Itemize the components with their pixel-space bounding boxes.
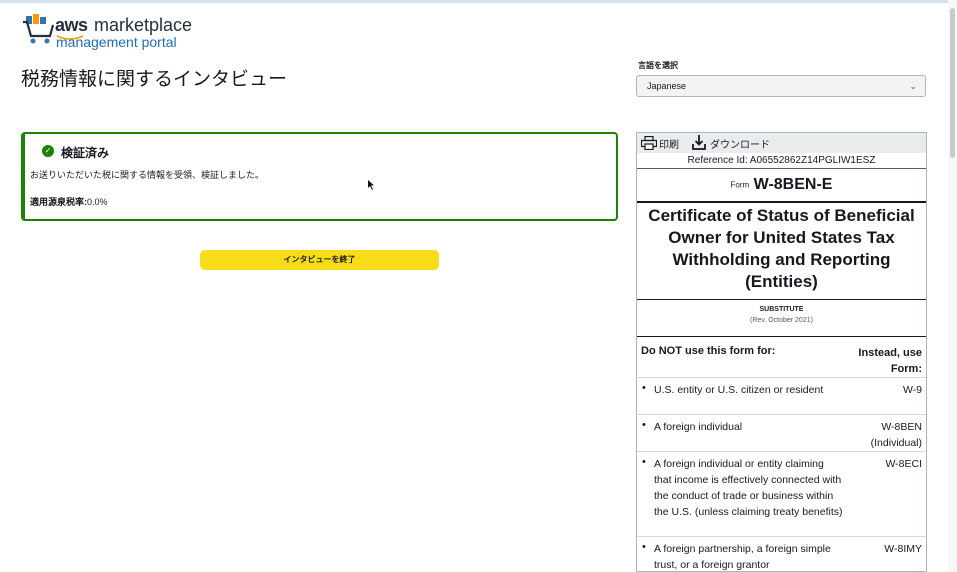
row-description: U.S. entity or U.S. citizen or resident (654, 384, 824, 396)
language-label: 言語を選択 (638, 61, 678, 70)
verification-alert: ✓ 検証済み お送りいただいた税に関する情報を受領、検証しました。 適用源泉税率… (21, 132, 618, 221)
row-description: A foreign individual or entity claiming … (654, 458, 843, 518)
form-substitute: SUBSTITUTE (Rev. October 2021) (637, 299, 926, 324)
download-button[interactable]: ダウンロード (710, 136, 770, 151)
withholding-rate-label: 適用源泉税率: (30, 197, 87, 207)
row-form: W-8BEN (Individual) (870, 421, 922, 449)
form-preview-panel: 印刷 ダウンロード Reference Id: A06552862Z14PGLI… (636, 132, 927, 572)
logo-aws-text: aws (55, 15, 88, 35)
withholding-rate-value: 0.0% (87, 197, 108, 207)
logo-marketplace-text: marketplace (94, 15, 193, 35)
table-header-right: Instead, use Form: (858, 347, 922, 375)
table-row: • A foreign individual or entity claimin… (637, 451, 926, 538)
top-border (0, 0, 957, 3)
print-icon[interactable] (641, 136, 657, 150)
form-title: Certificate of Status of Beneficial Owne… (648, 206, 915, 291)
bullet: • (642, 382, 646, 394)
check-circle-icon: ✓ (42, 145, 54, 157)
substitute-label: SUBSTITUTE (759, 306, 804, 313)
row-description: A foreign partnership, a foreign simple … (654, 543, 831, 571)
bullet: • (642, 541, 646, 553)
table-row: • A foreign individual W-8BEN (Individua… (637, 414, 926, 451)
language-select[interactable]: Japanese ⌄ (636, 75, 926, 97)
divider (637, 336, 926, 337)
page-title: 税務情報に関するインタビュー (21, 69, 288, 90)
revision-label: (Rev. October 2021) (750, 317, 813, 324)
end-interview-button[interactable]: インタビューを終了 (200, 250, 439, 270)
reference-id: Reference Id: A06552862Z14PGLIW1ESZ (637, 153, 926, 169)
aws-marketplace-logo[interactable]: aws marketplace management portal (22, 12, 202, 52)
scrollbar-thumb[interactable] (950, 8, 955, 158)
form-prefix: Form (730, 180, 750, 190)
bullet: • (642, 456, 646, 468)
row-form: W-9 (902, 384, 922, 396)
row-description: A foreign individual (654, 421, 743, 433)
withholding-rate: 適用源泉税率:0.0% (30, 195, 108, 208)
table-row: • U.S. entity or U.S. citizen or residen… (637, 377, 926, 414)
table-header-left: Do NOT use this form for: (641, 345, 776, 357)
row-form: W-8ECI (885, 458, 922, 470)
bullet: • (642, 419, 646, 431)
form-number: Form W-8BEN-E (637, 169, 926, 203)
form-toolbar: 印刷 ダウンロード (637, 133, 926, 153)
page-scrollbar[interactable] (948, 0, 957, 572)
print-button[interactable]: 印刷 (659, 136, 679, 151)
language-selected-value: Japanese (647, 81, 687, 91)
verification-title: 検証済み (61, 146, 110, 160)
table-row: • A foreign partnership, a foreign simpl… (637, 536, 926, 571)
verification-message: お送りいただいた税に関する情報を受領、検証しました。 (30, 170, 265, 180)
mouse-cursor-icon (368, 180, 374, 190)
form-name: W-8BEN-E (753, 176, 833, 193)
logo-portal-text: management portal (56, 34, 177, 50)
row-form: W-8IMY (884, 543, 922, 555)
download-icon[interactable] (692, 135, 706, 150)
chevron-down-icon: ⌄ (909, 81, 917, 91)
cart-logo-icon (23, 14, 55, 44)
